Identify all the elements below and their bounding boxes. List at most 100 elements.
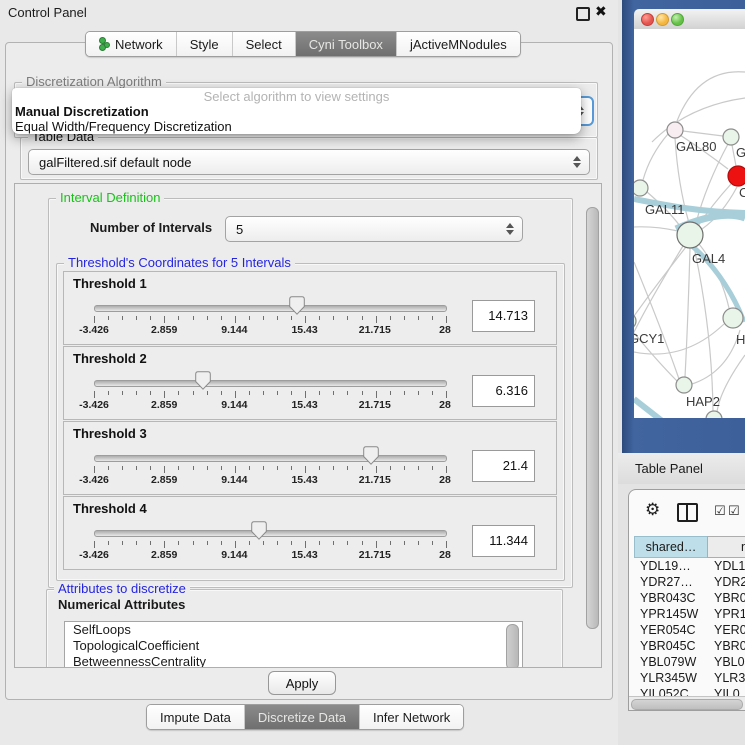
node-label: GAL11: [645, 202, 685, 217]
tick-mark: [446, 466, 447, 473]
attribute-list-item[interactable]: TopologicalCoefficient: [65, 638, 522, 654]
threshold-value-field[interactable]: 21.4: [472, 450, 535, 482]
slider-thumb[interactable]: [363, 446, 379, 465]
vertical-scrollbar[interactable]: [586, 207, 599, 629]
table-row[interactable]: YER054CYER0: [634, 622, 745, 638]
checkbox-icon[interactable]: ☑: [714, 506, 726, 516]
table-cell[interactable]: YBR043C: [634, 591, 702, 605]
tab-discretize-data[interactable]: Discretize Data: [245, 705, 360, 729]
slider-thumb[interactable]: [289, 296, 305, 315]
float-window-icon[interactable]: [576, 7, 590, 21]
table-cell[interactable]: YDL1: [702, 559, 745, 573]
dropdown-option[interactable]: Equal Width/Frequency Discretization: [12, 119, 581, 134]
node-red-selected[interactable]: [728, 166, 745, 186]
gear-icon[interactable]: ⚙: [645, 500, 660, 520]
node-h[interactable]: [723, 308, 743, 328]
close-icon[interactable]: ✖: [595, 3, 607, 20]
table-data-value: galFiltered.sif default node: [39, 150, 191, 174]
table-row[interactable]: YBR043CYBR0: [634, 590, 745, 606]
tab-cyni-toolbox[interactable]: Cyni Toolbox: [296, 32, 397, 56]
table-cell[interactable]: YBR0: [702, 591, 745, 605]
table-cell[interactable]: YDR27…: [634, 575, 702, 589]
tick-mark: [376, 316, 377, 323]
scale-label: 21.715: [359, 474, 391, 486]
column-header[interactable]: shared…: [634, 536, 708, 558]
numerical-attributes-label: Numerical Attributes: [58, 597, 185, 612]
zoom-traffic-light-icon[interactable]: [671, 13, 684, 26]
combo-stepper-icon: [506, 223, 513, 235]
table-cell[interactable]: YBL079W: [634, 655, 702, 669]
node-ga[interactable]: [723, 129, 739, 145]
tab-style[interactable]: Style: [177, 32, 233, 56]
top-tab-bar: NetworkStyleSelectCyni ToolboxjActiveMNo…: [85, 31, 521, 57]
tick-mark: [432, 316, 433, 320]
table-cell[interactable]: YDR2: [702, 575, 745, 589]
horizontal-scrollbar[interactable]: [629, 696, 745, 710]
slider-track[interactable]: [94, 380, 447, 387]
checkbox-icon[interactable]: ☑: [728, 506, 740, 516]
table-cell[interactable]: YPR145W: [634, 607, 702, 621]
table-cell[interactable]: YLR3: [702, 671, 745, 685]
minimize-traffic-light-icon[interactable]: [656, 13, 669, 26]
scale-label: 15.43: [291, 324, 317, 336]
slider-ticks: [94, 391, 446, 399]
table-data-combobox[interactable]: galFiltered.sif default node: [28, 149, 590, 175]
slider-track[interactable]: [94, 530, 447, 537]
tab-infer-network[interactable]: Infer Network: [360, 705, 463, 729]
node-partial[interactable]: [706, 411, 722, 418]
table-cell[interactable]: YER0: [702, 623, 745, 637]
tab-network[interactable]: Network: [86, 32, 177, 56]
scale-label: 15.43: [291, 474, 317, 486]
tick-mark: [347, 391, 348, 395]
table-cell[interactable]: YBL0: [702, 655, 745, 669]
threshold-value-field[interactable]: 6.316: [472, 375, 535, 407]
node-hap2[interactable]: [676, 377, 692, 393]
list-scrollbar[interactable]: [506, 624, 519, 668]
column-header[interactable]: na: [707, 536, 745, 558]
tick-mark: [277, 541, 278, 545]
scale-label: 2.859: [151, 324, 177, 336]
table-row[interactable]: YDL19…YDL1: [634, 558, 745, 574]
split-panel-icon[interactable]: [677, 503, 698, 522]
tab-impute-data[interactable]: Impute Data: [147, 705, 245, 729]
node-gal4[interactable]: [677, 222, 703, 248]
slider-track[interactable]: [94, 305, 447, 312]
attributes-list[interactable]: SelfLoopsTopologicalCoefficientBetweenne…: [64, 621, 523, 668]
dropdown-option[interactable]: Manual Discretization: [12, 104, 581, 119]
network-canvas[interactable]: GAL80 GA C GAL11 GAL4 GCY1 H HAP2: [634, 29, 745, 418]
slider-thumb[interactable]: [195, 371, 211, 390]
tick-mark: [235, 316, 236, 323]
num-intervals-combobox[interactable]: 5: [225, 216, 523, 242]
close-traffic-light-icon[interactable]: [641, 13, 654, 26]
table-row[interactable]: YDR27…YDR2: [634, 574, 745, 590]
tab-select[interactable]: Select: [233, 32, 296, 56]
table-row[interactable]: YLR345WYLR3: [634, 670, 745, 686]
node-gal80[interactable]: [667, 122, 683, 138]
tick-mark: [263, 541, 264, 545]
tick-mark: [347, 466, 348, 470]
table-row[interactable]: YPR145WYPR1: [634, 606, 745, 622]
tab-jactivemnodules[interactable]: jActiveMNodules: [397, 32, 520, 56]
tick-mark: [207, 541, 208, 545]
apply-button[interactable]: Apply: [268, 671, 336, 695]
table-cell[interactable]: YBR0: [702, 639, 745, 653]
slider-thumb[interactable]: [251, 521, 267, 540]
attribute-list-item[interactable]: SelfLoops: [65, 622, 522, 638]
slider-track[interactable]: [94, 455, 447, 462]
tick-mark: [333, 316, 334, 320]
tick-mark: [193, 316, 194, 320]
tick-mark: [277, 466, 278, 470]
network-window-titlebar[interactable]: [634, 9, 745, 30]
table-cell[interactable]: YPR1: [702, 607, 745, 621]
threshold-value-field[interactable]: 14.713: [472, 300, 535, 332]
table-cell[interactable]: YER054C: [634, 623, 702, 637]
tick-mark: [150, 391, 151, 395]
table-cell[interactable]: YDL19…: [634, 559, 702, 573]
node-gal11[interactable]: [634, 180, 648, 196]
threshold-value-field[interactable]: 11.344: [472, 525, 535, 557]
table-cell[interactable]: YLR345W: [634, 671, 702, 685]
attribute-list-item[interactable]: BetweennessCentrality: [65, 654, 522, 668]
table-row[interactable]: YBR045CYBR0: [634, 638, 745, 654]
table-row[interactable]: YBL079WYBL0: [634, 654, 745, 670]
table-cell[interactable]: YBR045C: [634, 639, 702, 653]
